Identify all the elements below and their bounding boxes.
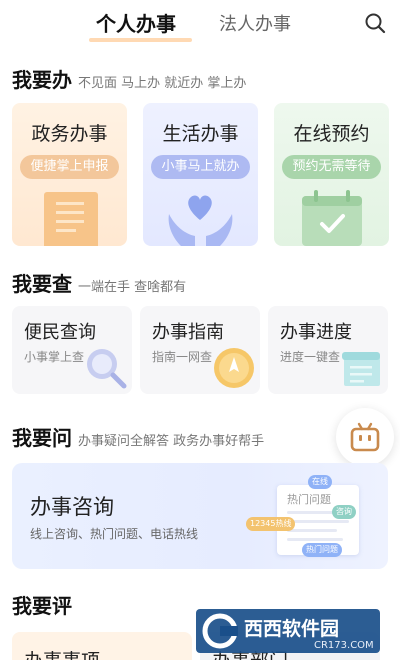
section-header-ban: 我要办 不见面 马上办 就近办 掌上办 <box>12 64 246 93</box>
tab-legal-person[interactable]: 法人办事 <box>219 10 291 36</box>
section-title: 我要评 <box>12 594 72 618</box>
card-subtitle: 进度一键查 <box>280 350 341 364</box>
section-title: 我要查 <box>12 272 72 296</box>
section-title: 我要问 <box>12 426 72 450</box>
card-pill: 预约无需等待 <box>282 155 381 179</box>
bubble-tag: 12345热线 <box>246 517 296 531</box>
bubble-tag: 热门问题 <box>302 543 342 557</box>
card-government-affairs[interactable]: 政务办事 便捷掌上申报 <box>12 103 127 246</box>
card-title: 生活办事 <box>162 123 239 145</box>
compass-icon <box>210 344 256 390</box>
consultation-banner[interactable]: 办事咨询 线上咨询、热门问题、电话热线 热门问题 在线 咨询 12345热线 热… <box>12 463 388 569</box>
tab-personal[interactable]: 个人办事 <box>96 8 176 37</box>
section-subtitle: 一端在手 查啥都有 <box>78 280 187 295</box>
calendar-check-icon <box>294 186 369 246</box>
section-subtitle: 办事疑问全解答 政务办事好帮手 <box>78 434 265 449</box>
site-watermark: 西西软件园 CR173.COM <box>196 606 380 656</box>
section-header-wen: 我要问 办事疑问全解答 政务办事好帮手 <box>12 422 264 451</box>
card-evaluate-item[interactable]: 办事事项 <box>12 632 192 660</box>
card-title: 在线预约 <box>293 123 370 145</box>
section-subtitle: 不见面 马上办 就近办 掌上办 <box>78 76 247 91</box>
section-header-cha: 我要查 一端在手 查啥都有 <box>12 268 186 297</box>
top-tab-bar: 个人办事 法人办事 <box>0 0 400 48</box>
document-icon <box>32 186 107 246</box>
heart-hands-icon <box>163 186 238 246</box>
magnifier-icon <box>82 344 128 390</box>
illustration-title: 热门问题 <box>287 493 331 506</box>
section-title: 我要办 <box>12 68 72 92</box>
section-header-ping: 我要评 <box>12 590 72 619</box>
card-service-progress[interactable]: 办事进度 进度一键查 <box>268 306 388 394</box>
card-title: 办事事项 <box>24 646 100 660</box>
card-life-affairs[interactable]: 生活办事 小事马上就办 <box>143 103 258 246</box>
card-service-guide[interactable]: 办事指南 指南一网查 <box>140 306 260 394</box>
banner-subtitle: 线上咨询、热门问题、电话热线 <box>30 527 199 541</box>
active-tab-indicator <box>89 38 192 42</box>
card-title: 办事指南 <box>152 322 224 343</box>
card-subtitle: 指南一网查 <box>152 350 213 364</box>
card-subtitle: 小事掌上查 <box>24 350 85 364</box>
banner-title: 办事咨询 <box>30 495 114 519</box>
search-icon[interactable] <box>364 12 386 34</box>
card-pill: 便捷掌上申报 <box>20 155 119 179</box>
card-online-booking[interactable]: 在线预约 预约无需等待 <box>274 103 389 246</box>
scroll-icon <box>338 344 384 390</box>
watermark-brand: 西西软件园 <box>244 617 339 640</box>
card-convenience-query[interactable]: 便民查询 小事掌上查 <box>12 306 132 394</box>
card-title: 政务办事 <box>31 123 108 145</box>
watermark-domain: CR173.COM <box>314 640 374 651</box>
card-title: 办事进度 <box>280 322 352 343</box>
card-title: 便民查询 <box>24 322 96 343</box>
assistant-robot-button[interactable] <box>336 408 394 466</box>
bubble-tag: 在线 <box>308 475 332 489</box>
bubble-tag: 咨询 <box>332 505 356 519</box>
robot-icon <box>350 422 380 452</box>
card-pill: 小事马上就办 <box>151 155 250 179</box>
